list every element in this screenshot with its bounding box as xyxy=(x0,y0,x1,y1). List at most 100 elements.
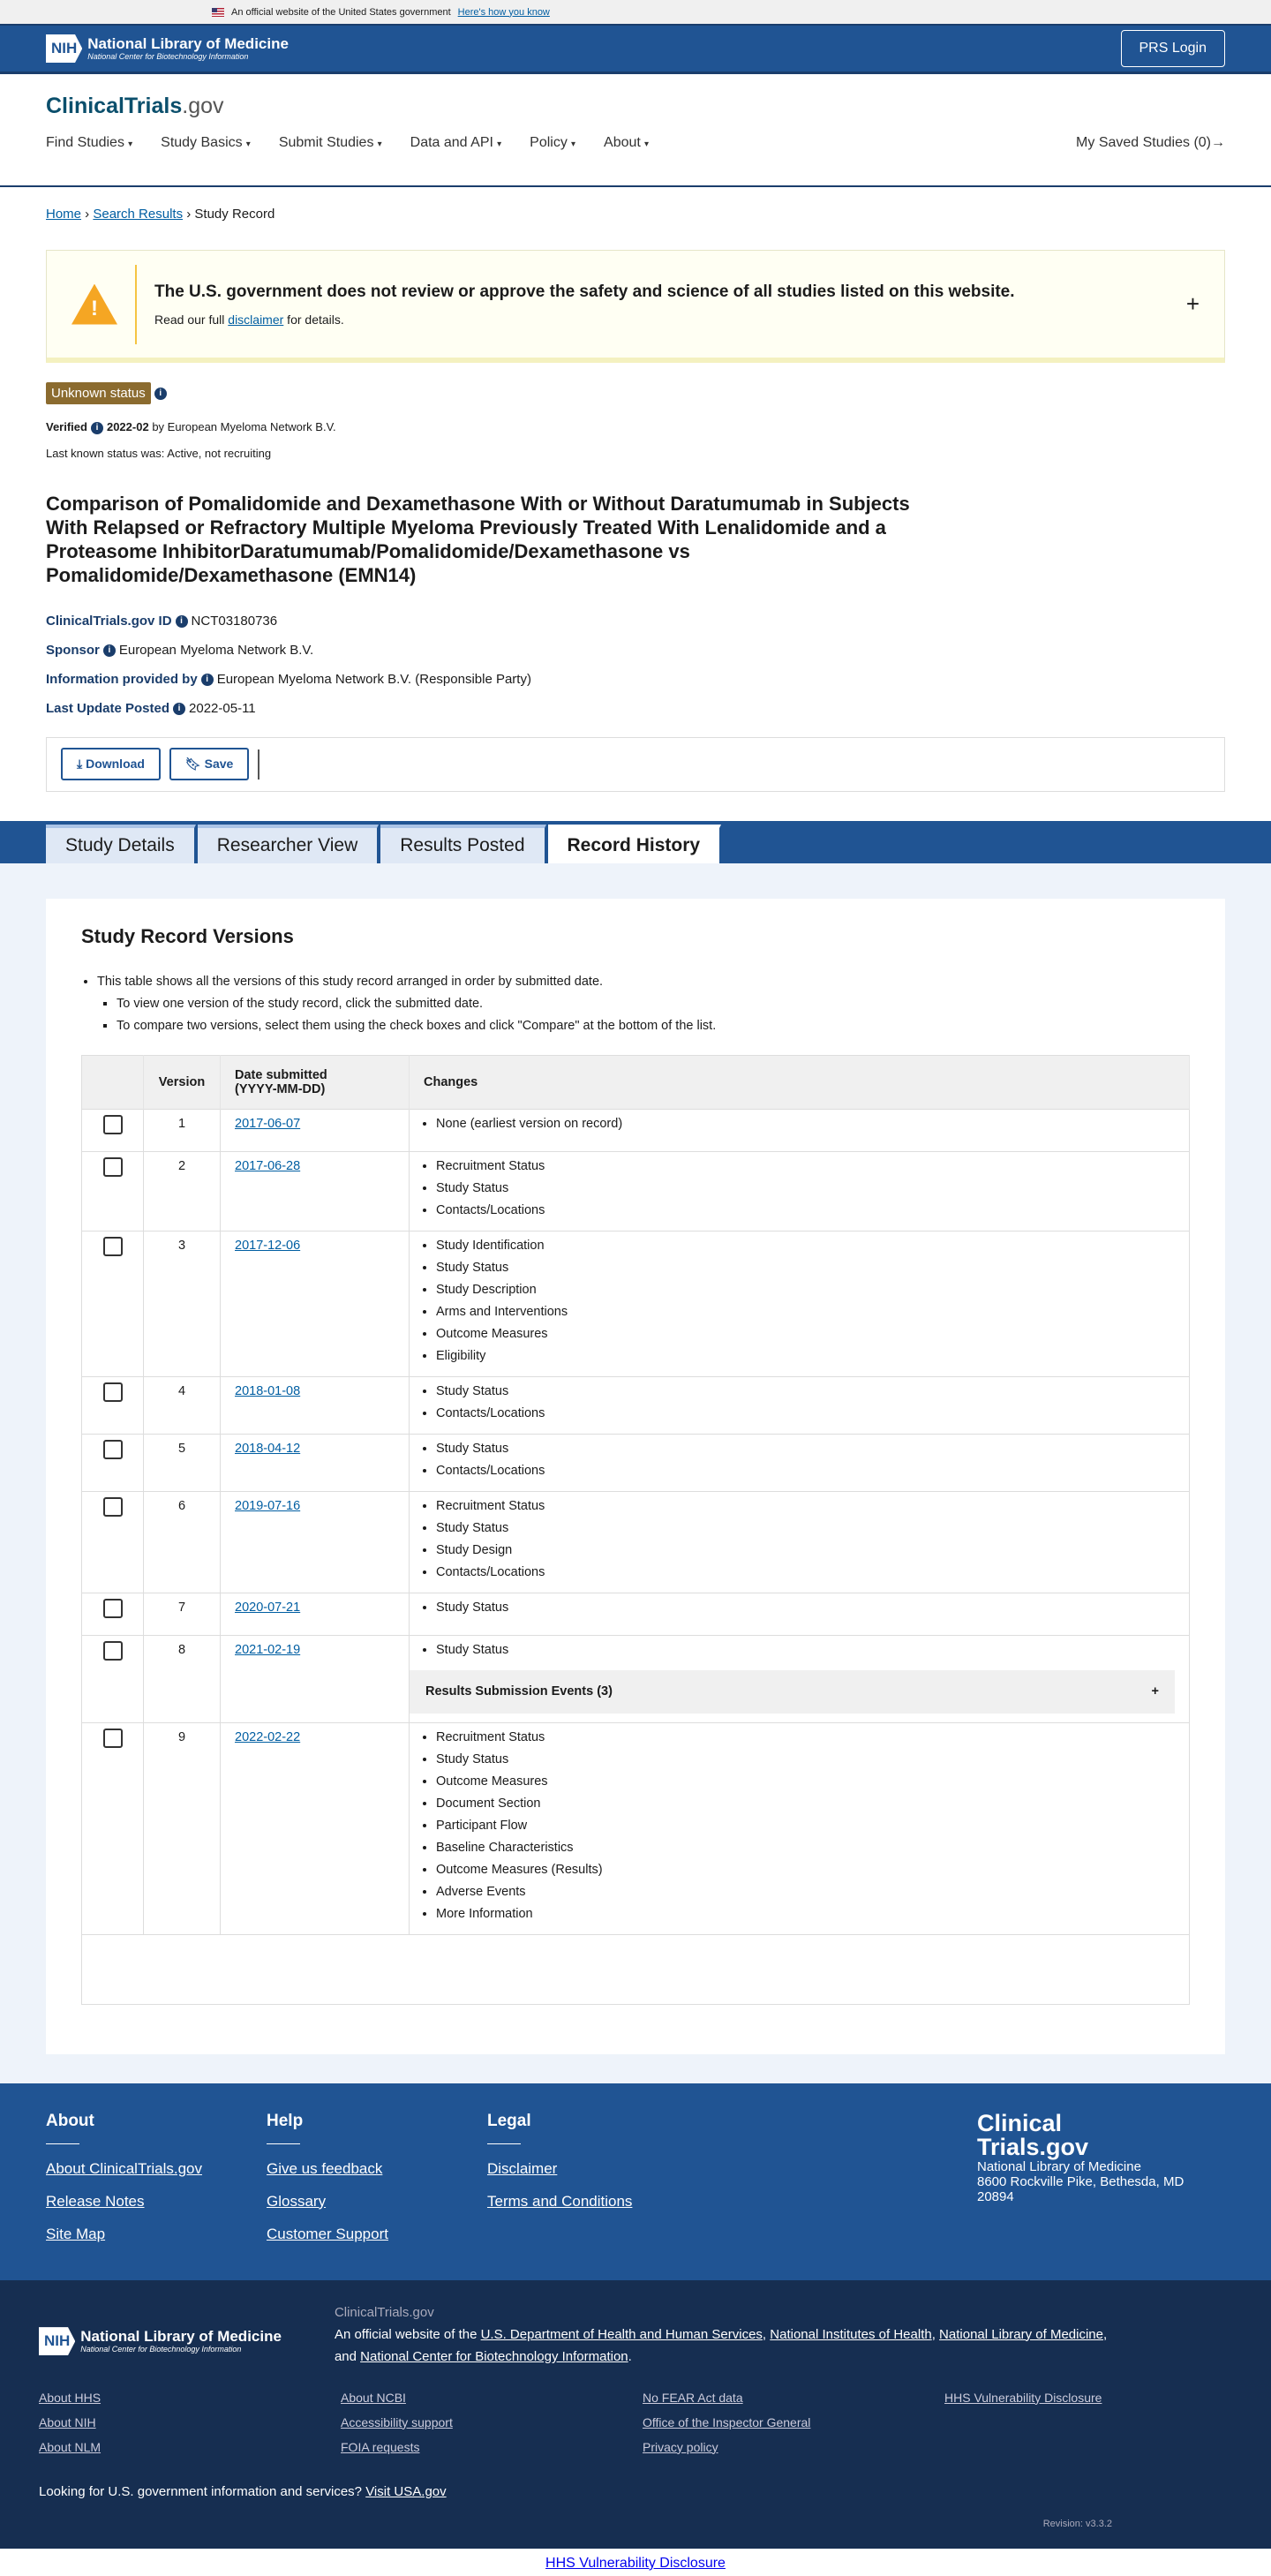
footer-link[interactable]: Terms and Conditions xyxy=(487,2193,708,2211)
version-number: 7 xyxy=(143,1592,221,1636)
usa-gov-link[interactable]: Visit USA.gov xyxy=(365,2484,446,2499)
footer-link[interactable]: Privacy policy xyxy=(643,2440,944,2454)
how-you-know-link[interactable]: Here's how you know xyxy=(458,7,550,18)
section-heading: Study Record Versions xyxy=(81,924,294,947)
field-value: European Myeloma Network B.V. xyxy=(118,642,314,658)
nav-item[interactable]: About ▾ xyxy=(604,135,649,185)
tab[interactable]: Researcher View xyxy=(197,824,380,863)
info-icon[interactable]: i xyxy=(102,644,116,657)
nlm-footer-logo[interactable]: NIH National Library of Medicine National … xyxy=(39,2316,282,2368)
breadcrumb-search-results[interactable]: Search Results xyxy=(93,207,183,222)
nlm-link[interactable]: National Library of Medicine xyxy=(939,2327,1103,2342)
version-date-link[interactable]: 2017-06-28 xyxy=(235,1159,300,1173)
tab[interactable]: Study Details xyxy=(46,824,196,863)
nav-item[interactable]: Data and API ▾ xyxy=(410,135,502,185)
change-item: Contacts/Locations xyxy=(436,1403,1175,1425)
footer-logo[interactable]: Clinical Trials.gov xyxy=(977,2111,1184,2159)
field-label: Sponsor xyxy=(46,642,100,658)
version-date-link[interactable]: 2017-12-06 xyxy=(235,1239,300,1253)
version-date-link[interactable]: 2018-01-08 xyxy=(235,1384,300,1398)
footer-link[interactable]: Customer Support xyxy=(267,2226,487,2243)
table-row: 6 2019-07-16 Recruitment StatusStudy Statu… xyxy=(81,1490,1190,1593)
verified-by: by European Myeloma Network B.V. xyxy=(152,420,336,433)
nlm-logo[interactable]: NIH National Library of Medicine National… xyxy=(46,34,289,63)
info-icon[interactable]: i xyxy=(90,421,103,434)
nih-link[interactable]: National Institutes of Health xyxy=(770,2327,931,2342)
footer-link[interactable]: Accessibility support xyxy=(341,2415,643,2429)
version-checkbox[interactable] xyxy=(102,1439,123,1459)
footer-link[interactable]: Glossary xyxy=(267,2193,487,2211)
versions-table: Version Date submitted (YYYY-MM-DD) Changes… xyxy=(81,1054,1190,2005)
footer-link[interactable]: Disclaimer xyxy=(487,2160,708,2178)
footer-link[interactable]: Site Map xyxy=(46,2226,267,2243)
disclaimer-pre: Read our full xyxy=(154,312,229,327)
version-checkbox[interactable] xyxy=(102,1236,123,1256)
table-row: 2 2017-06-28 Recruitment StatusStudy Statu… xyxy=(81,1150,1190,1232)
footer-link[interactable]: Office of the Inspector General xyxy=(643,2415,944,2429)
version-checkbox[interactable] xyxy=(102,1382,123,1402)
version-checkbox[interactable] xyxy=(102,1156,123,1177)
save-button[interactable]: 🔖︎ Save xyxy=(169,748,250,781)
change-item: Adverse Events xyxy=(436,1881,1175,1903)
version-checkbox[interactable] xyxy=(102,1114,123,1134)
version-date-link[interactable]: 2022-02-22 xyxy=(235,1730,300,1744)
version-date-link[interactable]: 2018-04-12 xyxy=(235,1442,300,1456)
version-checkbox[interactable] xyxy=(102,1728,123,1748)
version-date-link[interactable]: 2021-02-19 xyxy=(235,1643,300,1657)
ncbi-link[interactable]: National Center for Biotechnology Inform… xyxy=(360,2349,628,2364)
prs-login-button[interactable]: PRS Login xyxy=(1120,30,1225,67)
footer-link[interactable]: About ClinicalTrials.gov xyxy=(46,2160,267,2178)
revision: Revision: v3.3.2 xyxy=(1042,2518,1112,2529)
footer-link[interactable]: FOIA requests xyxy=(341,2440,643,2454)
version-checkbox[interactable] xyxy=(102,1598,123,1618)
tab[interactable]: Results Posted xyxy=(380,824,546,863)
hhs-vulnerability-link[interactable]: HHS Vulnerability Disclosure xyxy=(545,2556,726,2571)
change-item: Outcome Measures xyxy=(436,1323,1175,1345)
info-icon[interactable]: i xyxy=(154,388,167,401)
expand-plus-icon[interactable]: + xyxy=(1186,290,1200,318)
nav-item[interactable]: Submit Studies ▾ xyxy=(279,135,382,185)
disclaimer-banner: ! The U.S. government does not review or… xyxy=(46,250,1225,363)
col-date: Date submitted (YYYY-MM-DD) xyxy=(220,1055,410,1110)
change-item: Study Status xyxy=(436,1749,1175,1771)
info-icon[interactable]: i xyxy=(200,673,214,686)
download-button[interactable]: ⤓ Download xyxy=(61,748,161,781)
version-checkbox[interactable] xyxy=(102,1640,123,1661)
info-icon[interactable]: i xyxy=(175,614,188,628)
footer-link[interactable]: About NIH xyxy=(39,2415,341,2429)
verified-label: Verified xyxy=(46,420,87,433)
nav-item[interactable]: Find Studies ▾ xyxy=(46,135,132,185)
tab[interactable]: Record History xyxy=(547,824,722,863)
version-date-link[interactable]: 2019-07-16 xyxy=(235,1499,300,1513)
version-date-link[interactable]: 2020-07-21 xyxy=(235,1601,300,1615)
footer-link[interactable]: Give us feedback xyxy=(267,2160,487,2178)
site-logo[interactable]: ClinicalTrials.gov xyxy=(0,74,1271,119)
hhs-link[interactable]: U.S. Department of Health and Human Serv… xyxy=(481,2327,763,2342)
nih-logo-icon: NIH xyxy=(39,2327,76,2356)
disclaimer-link[interactable]: disclaimer xyxy=(228,313,283,327)
footer-link[interactable]: HHS Vulnerability Disclosure xyxy=(944,2391,1246,2405)
change-item: Study Status xyxy=(436,1381,1175,1403)
footer-link[interactable]: About NCBI xyxy=(341,2391,643,2405)
footer-link[interactable]: No FEAR Act data xyxy=(643,2391,944,2405)
results-events-toggle[interactable]: Results Submission Events (3) + xyxy=(410,1669,1175,1714)
change-item: Contacts/Locations xyxy=(436,1562,1175,1584)
chevron-down-icon: ▾ xyxy=(377,139,382,149)
version-date-link[interactable]: 2017-06-07 xyxy=(235,1117,300,1131)
info-icon[interactable]: i xyxy=(173,702,186,715)
org-sub: National Center for Biotechnology Inform… xyxy=(87,52,249,61)
nav-item[interactable]: Study Basics ▾ xyxy=(161,135,251,185)
footer-link[interactable]: Release Notes xyxy=(46,2193,267,2211)
footer-link[interactable]: About NLM xyxy=(39,2440,341,2454)
nav-item[interactable]: Policy ▾ xyxy=(530,135,575,185)
change-item: Study Status xyxy=(436,1257,1175,1279)
footer-link[interactable]: About HHS xyxy=(39,2391,341,2405)
change-item: More Information xyxy=(436,1903,1175,1925)
change-item: Study Status xyxy=(436,1639,1175,1661)
saved-studies-link[interactable]: My Saved Studies (0)→ xyxy=(1076,135,1225,185)
breadcrumb-home[interactable]: Home xyxy=(46,207,81,222)
org-sub: National Center for Biotechnology Inform… xyxy=(80,2345,242,2354)
breadcrumb-current: Study Record xyxy=(194,207,275,222)
version-checkbox[interactable] xyxy=(102,1496,123,1517)
verified-date: 2022-02 xyxy=(106,420,149,433)
